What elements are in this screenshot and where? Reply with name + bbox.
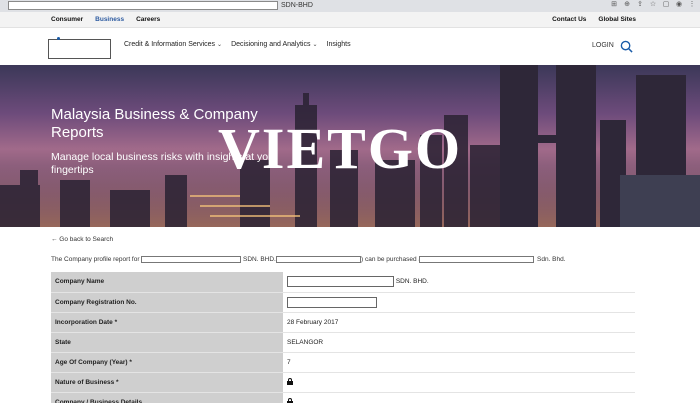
redacted-registration-box: [287, 296, 377, 308]
row-label: Incorporation Date *: [51, 312, 283, 333]
nav-item-insights[interactable]: Insights: [327, 41, 351, 48]
hero-banner: Malaysia Business & Company Reports Mana…: [0, 65, 700, 227]
util-link-global-sites[interactable]: Global Sites: [598, 12, 636, 28]
row-label: State: [51, 332, 283, 353]
zoom-icon[interactable]: ⊕: [623, 1, 631, 9]
extensions-icon[interactable]: ▢: [662, 1, 670, 9]
table-row: State SELANGOR: [51, 332, 635, 353]
intro-text-4: Sdn. Bhd.: [537, 256, 566, 263]
browser-toolbar: SDN-BHD ⊞ ⊕ ⇪ ☆ ▢ ◉ ⋮: [0, 0, 700, 12]
main-navigation: Credit & Information Services ⌄ Decision…: [0, 28, 700, 65]
util-link-careers[interactable]: Careers: [136, 12, 160, 28]
row-value: SELANGOR: [283, 332, 635, 353]
lock-icon[interactable]: [287, 378, 293, 386]
util-link-business[interactable]: Business: [95, 12, 124, 28]
nav-item-decisioning-analytics[interactable]: Decisioning and Analytics ⌄: [231, 41, 317, 48]
row-value: [283, 372, 635, 393]
logo-dot: [57, 37, 60, 40]
row-label: Nature of Business *: [51, 372, 283, 393]
search-icon[interactable]: [620, 40, 633, 53]
table-row: Company / Business Details: [51, 392, 635, 403]
nav-item-label: Insights: [326, 41, 351, 48]
profile-icon[interactable]: ◉: [675, 1, 683, 9]
row-label: Company / Business Details: [51, 392, 283, 403]
browser-extension-icons: ⊞ ⊕ ⇪ ☆ ▢ ◉ ⋮: [610, 1, 696, 9]
report-intro: The Company profile report for SDN. BHD.…: [51, 256, 691, 266]
redacted-registration: [276, 256, 361, 263]
nav-item-label: Decisioning and Analytics: [231, 41, 311, 48]
back-to-search-link[interactable]: ← Go back to Search: [51, 236, 113, 243]
company-profile-table: Company Name SDN. BHD. Company Registrat…: [51, 272, 635, 403]
nav-item-label: Credit & Information Services: [124, 41, 216, 48]
row-label: Age Of Company (Year) *: [51, 352, 283, 373]
row-label: Company Name: [51, 272, 283, 293]
row-value: 7: [283, 352, 635, 373]
site-logo[interactable]: [48, 39, 111, 59]
redacted-company-name-box: [287, 276, 394, 288]
util-link-consumer[interactable]: Consumer: [51, 12, 83, 28]
chevron-down-icon: ⌄: [217, 42, 223, 48]
address-bar[interactable]: [8, 1, 278, 10]
intro-text-2: SDN. BHD. (: [243, 256, 280, 263]
row-label: Company Registration No.: [51, 292, 283, 313]
table-row: Age Of Company (Year) * 7: [51, 352, 635, 373]
bookmark-star-icon[interactable]: ☆: [649, 1, 657, 9]
table-row: Company Registration No.: [51, 292, 635, 313]
chevron-down-icon: ⌄: [312, 42, 318, 48]
company-name-suffix: SDN. BHD.: [395, 278, 429, 286]
share-icon[interactable]: ⇪: [636, 1, 644, 9]
redacted-seller-name: [419, 256, 534, 263]
table-row: Company Name SDN. BHD.: [51, 272, 635, 293]
login-link[interactable]: LOGIN: [592, 42, 614, 49]
util-link-contact-us[interactable]: Contact Us: [552, 12, 586, 28]
intro-text-1: The Company profile report for: [51, 256, 140, 263]
address-bar-suffix: SDN-BHD: [281, 2, 313, 9]
more-menu-icon[interactable]: ⋮: [688, 1, 696, 9]
row-value: [283, 392, 635, 403]
redacted-company-name: [141, 256, 241, 263]
row-value: [283, 292, 635, 313]
table-row: Incorporation Date * 28 February 2017: [51, 312, 635, 333]
table-row: Nature of Business *: [51, 372, 635, 393]
row-value: SDN. BHD.: [283, 272, 635, 293]
lock-icon[interactable]: [287, 398, 293, 403]
translate-icon[interactable]: ⊞: [610, 1, 618, 9]
watermark-text: VIETGO: [218, 116, 463, 181]
row-value: 28 February 2017: [283, 312, 635, 333]
nav-item-credit-information[interactable]: Credit & Information Services ⌄: [124, 41, 222, 48]
utility-bar: Consumer Business Careers Contact Us Glo…: [0, 12, 700, 28]
intro-text-3: ) can be purchased at: [361, 256, 424, 263]
